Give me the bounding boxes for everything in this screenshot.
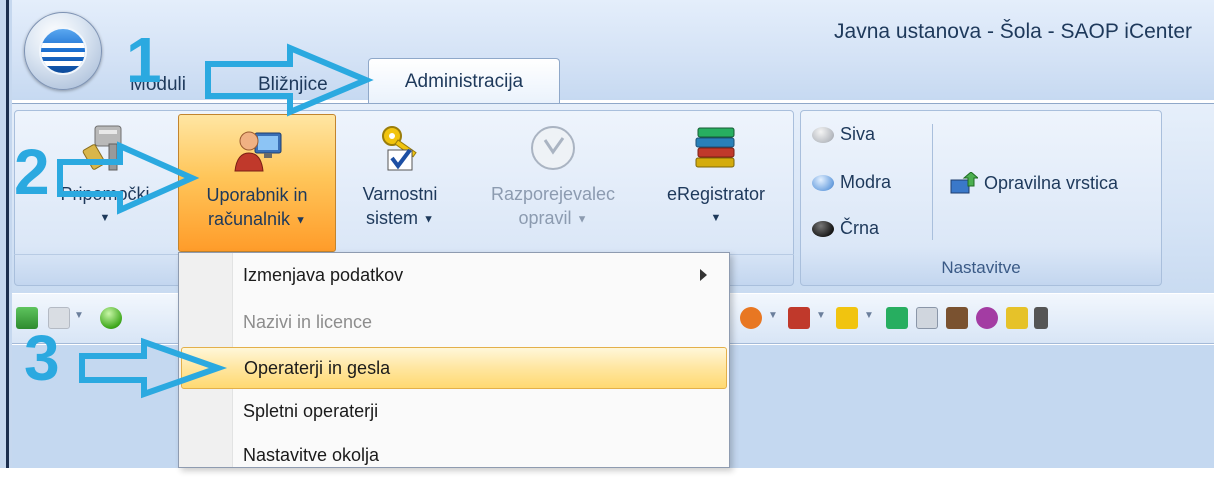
- arrow-1-icon: [205, 43, 374, 117]
- arrow-3-icon: [79, 337, 228, 399]
- arrow-2-icon: [57, 141, 200, 215]
- annotation-arrows: [57, 43, 374, 399]
